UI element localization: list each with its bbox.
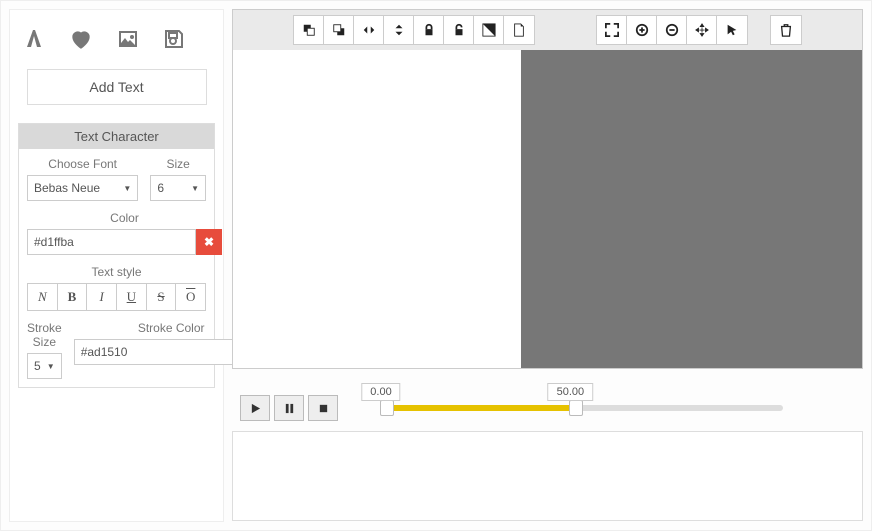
style-bold-button[interactable]: B: [58, 284, 88, 310]
style-italic-button[interactable]: I: [87, 284, 117, 310]
timeline-start-label: 0.00: [361, 383, 400, 401]
text-tool-icon[interactable]: [22, 27, 46, 54]
size-select[interactable]: 6: [150, 175, 206, 201]
style-overline-button[interactable]: O: [176, 284, 205, 310]
size-label: Size: [150, 157, 206, 171]
font-label: Choose Font: [27, 157, 138, 171]
app-root: Add Text Text Character Choose Font Beba…: [0, 0, 872, 531]
save-icon[interactable]: [162, 27, 186, 54]
move-button[interactable]: [687, 16, 717, 44]
font-select[interactable]: Bebas Neue: [27, 175, 138, 201]
heart-icon[interactable]: [68, 26, 94, 55]
main-area: 0.00 50.00: [232, 9, 863, 522]
page-button[interactable]: [504, 16, 534, 44]
tool-tabs: [18, 18, 215, 69]
delete-button[interactable]: [771, 16, 801, 44]
pointer-button[interactable]: [717, 16, 747, 44]
stroke-color-input[interactable]: [74, 339, 243, 365]
send-backward-button[interactable]: [324, 16, 354, 44]
canvas-area: [232, 9, 863, 369]
zoom-out-button[interactable]: [657, 16, 687, 44]
flip-h-button[interactable]: [354, 16, 384, 44]
zoom-in-button[interactable]: [627, 16, 657, 44]
layers-panel: [232, 431, 863, 521]
lock-button[interactable]: [414, 16, 444, 44]
text-style-group: N B I U S O: [27, 283, 206, 311]
flip-v-button[interactable]: [384, 16, 414, 44]
panel-title: Text Character: [19, 124, 214, 149]
image-icon[interactable]: [116, 27, 140, 54]
text-style-label: Text style: [27, 265, 206, 279]
sidebar: Add Text Text Character Choose Font Beba…: [9, 9, 224, 522]
bring-forward-button[interactable]: [294, 16, 324, 44]
pause-button[interactable]: [274, 395, 304, 421]
unlock-button[interactable]: [444, 16, 474, 44]
timeline-track[interactable]: 0.00 50.00: [380, 405, 783, 411]
play-button[interactable]: [240, 395, 270, 421]
color-label: Color: [27, 211, 222, 225]
stroke-size-label: Stroke Size: [27, 321, 62, 349]
clear-color-button[interactable]: ✖: [196, 229, 222, 255]
fullscreen-button[interactable]: [597, 16, 627, 44]
timeline-end-handle[interactable]: 50.00: [569, 400, 583, 416]
canvas[interactable]: [233, 50, 521, 368]
stop-button[interactable]: [308, 395, 338, 421]
timeline-end-label: 50.00: [548, 383, 594, 401]
contrast-button[interactable]: [474, 16, 504, 44]
canvas-toolbar: [233, 10, 862, 50]
style-underline-button[interactable]: U: [117, 284, 147, 310]
text-character-panel: Text Character Choose Font Bebas Neue Si…: [18, 123, 215, 388]
add-text-button[interactable]: Add Text: [27, 69, 207, 105]
timeline: 0.00 50.00: [232, 377, 863, 423]
style-normal-button[interactable]: N: [28, 284, 58, 310]
style-strike-button[interactable]: S: [147, 284, 177, 310]
timeline-start-handle[interactable]: 0.00: [380, 400, 394, 416]
stroke-size-select[interactable]: 5: [27, 353, 62, 379]
color-input[interactable]: [27, 229, 196, 255]
